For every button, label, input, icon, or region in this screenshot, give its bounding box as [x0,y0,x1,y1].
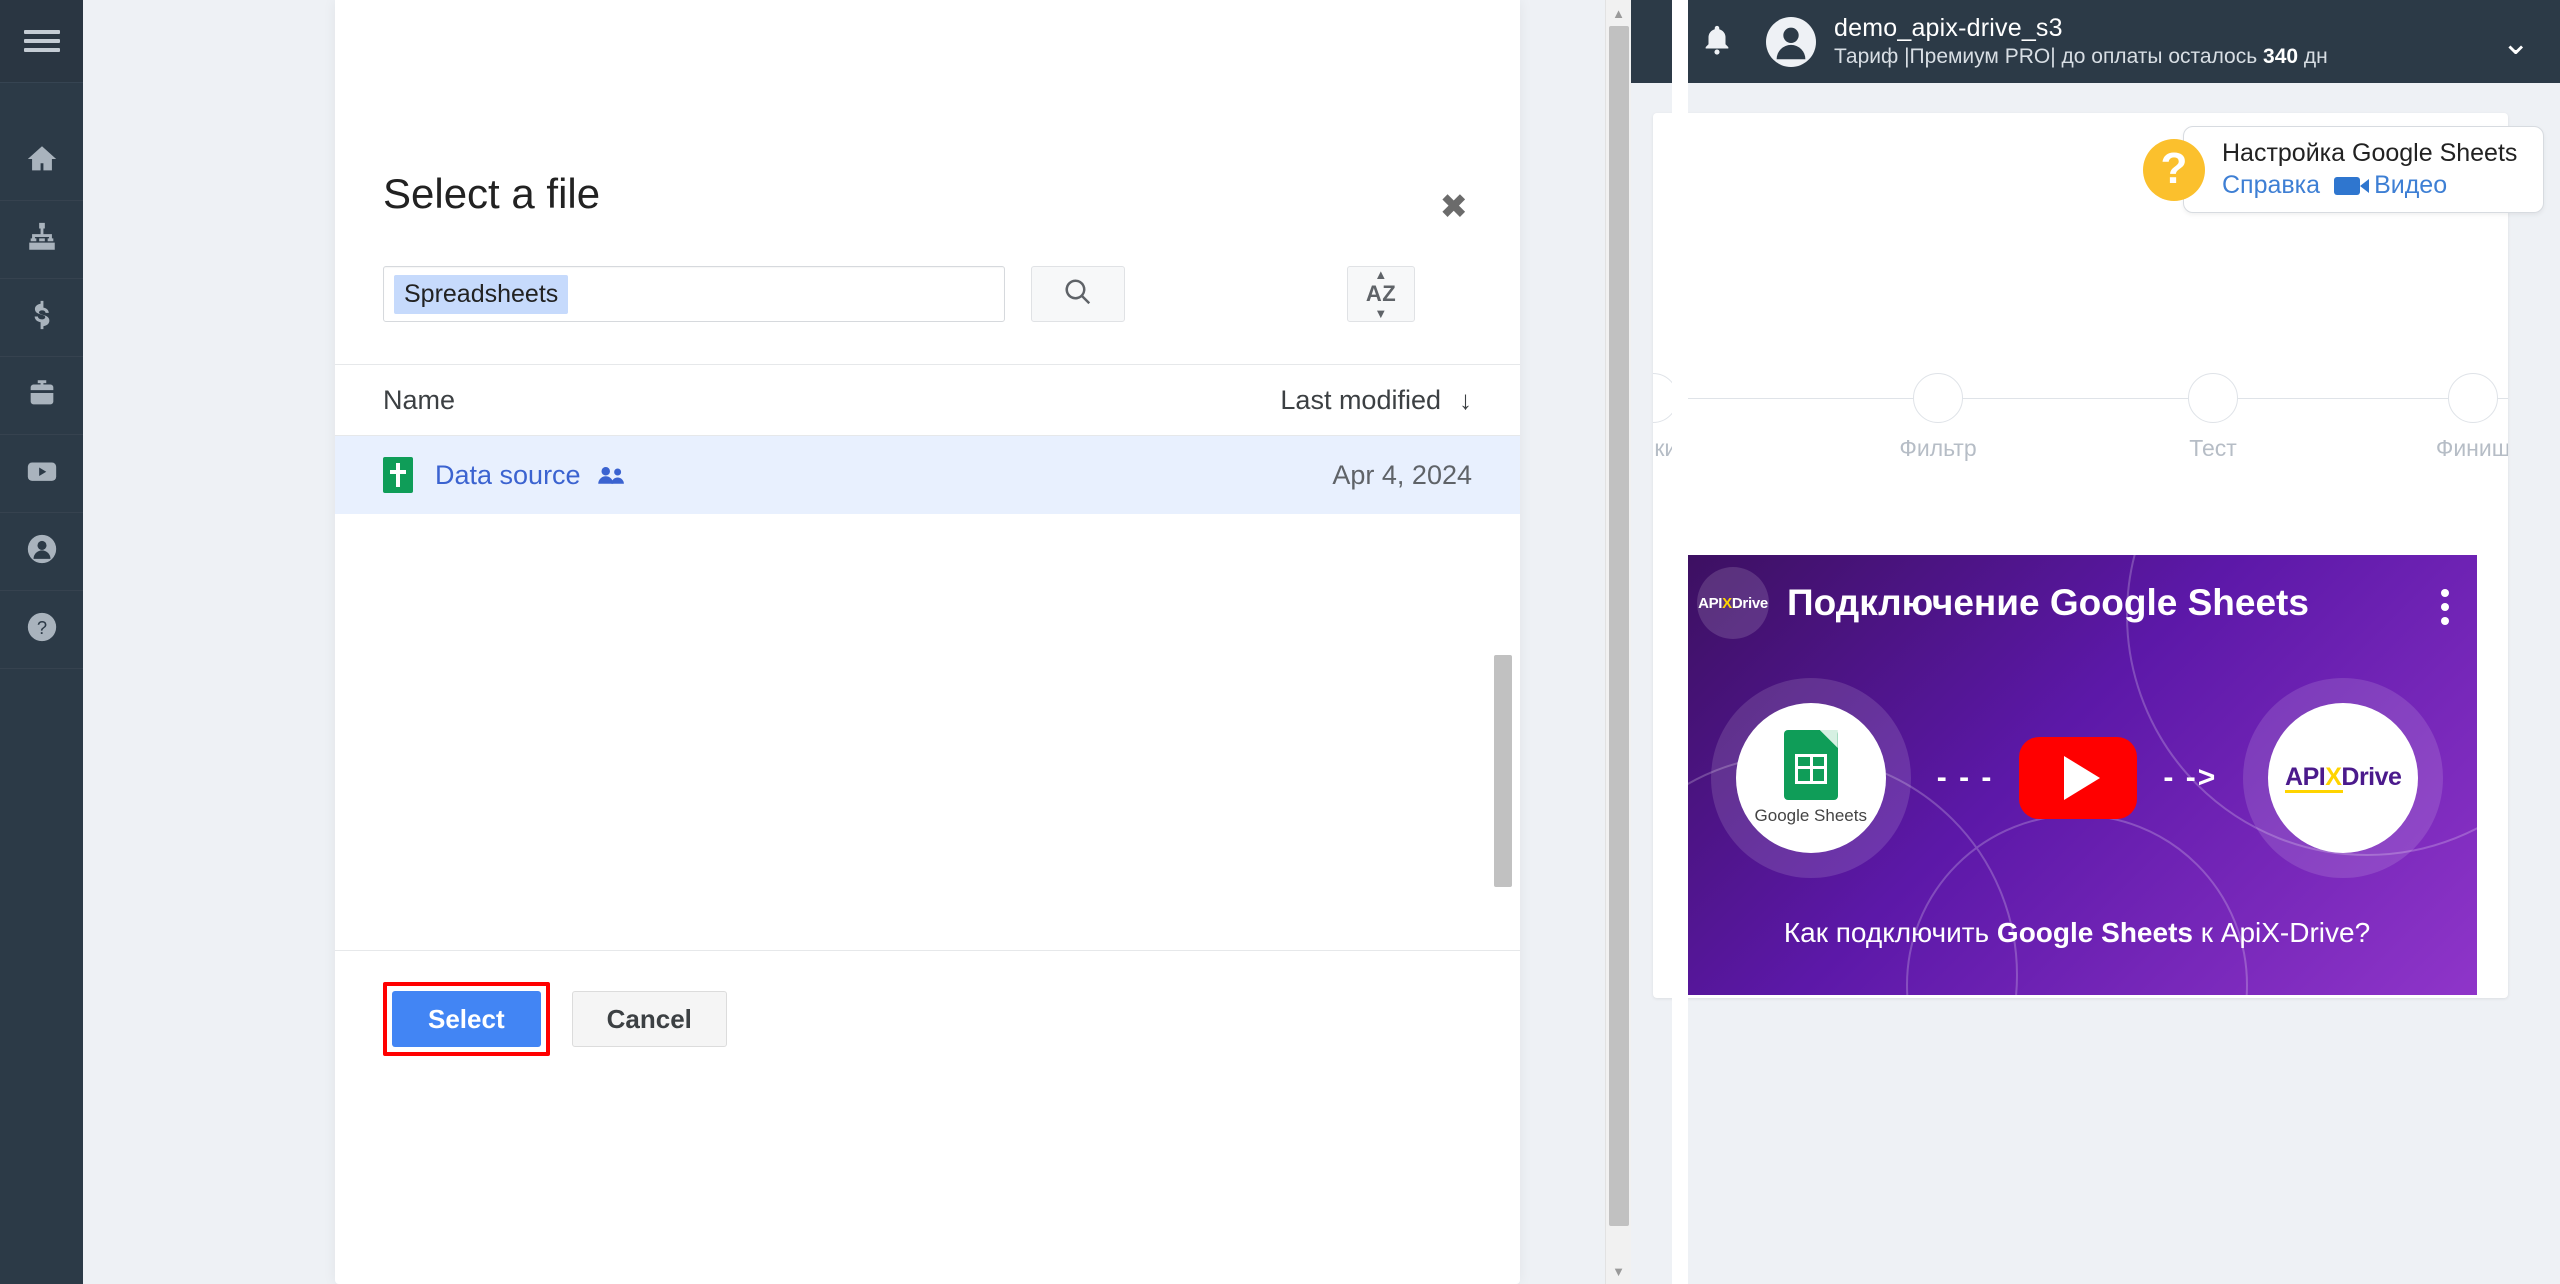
content-panel: ойки Фильтр Тест Финиш [1653,113,2508,998]
plan-days: 340 [2263,45,2299,68]
svg-text:?: ? [36,617,46,638]
sidebar-item-video[interactable] [0,435,83,513]
dialog-right-gutter [1672,0,1688,1284]
dollar-icon [25,298,59,337]
column-header-name[interactable]: Name [383,385,455,416]
column-header-last-modified[interactable]: Last modified ↓ [1280,385,1472,416]
apixdrive-badge: APIXDrive [2243,678,2444,878]
video-caption: Как подключить Google Sheets к ApiX-Driv… [1783,917,2371,948]
google-sheets-file-icon [383,457,413,493]
hamburger-menu-button[interactable] [0,0,83,83]
search-icon [1063,277,1093,312]
apixdrive-logo-icon: APIXDrive [1697,567,1769,639]
help-tooltip: ? Настройка Google Sheets Справка Видео [2143,126,2545,213]
page-title: Select a file [383,170,601,217]
chevron-down-icon[interactable]: ⌄ [2502,26,2531,60]
file-name[interactable]: Data source [435,460,581,491]
youtube-play-icon[interactable] [2019,737,2138,819]
video-camera-icon [2334,176,2370,195]
top-header-bar: demo_apix-drive_s3 Тариф |Премиум PRO| д… [1653,0,2560,83]
scroll-down-arrow-icon[interactable]: ▼ [1606,1258,1631,1284]
stepper-line [1653,398,2508,399]
sort-descending-arrow-icon: ↓ [1459,384,1472,415]
youtube-icon [25,454,59,493]
hamburger-menu-icon [23,25,60,57]
avatar[interactable] [1766,16,1816,67]
file-last-modified: Apr 4, 2024 [1332,459,1472,490]
dashed-arrow-left: - - - [1936,761,1994,794]
file-picker-dialog: Select a file ✖ Spreadsheets ▲ AZ ▼ Name… [335,0,1520,1284]
sidebar-item-services[interactable] [0,357,83,435]
stepper-label: Тест [2189,435,2237,461]
video-header: APIXDrive Подключение Google Sheets [1677,555,2477,651]
sort-button[interactable]: ▲ AZ ▼ [1347,266,1415,322]
select-button[interactable]: Select [392,991,541,1047]
briefcase-icon [25,376,59,415]
stepper-dot [2188,373,2238,423]
search-chip-spreadsheets[interactable]: Spreadsheets [394,274,569,314]
left-sidebar: ? [0,0,83,1284]
shared-people-icon [597,464,627,486]
table-row[interactable]: Data source Apr 4, 2024 [335,436,1520,514]
sitemap-icon [25,220,59,259]
scroll-up-arrow-icon[interactable]: ▲ [1606,0,1631,26]
stepper-step-test[interactable]: Тест [2153,373,2273,462]
stepper-dot [1913,373,1963,423]
google-sheets-label: Google Sheets [1754,806,1867,825]
select-button-highlight: Select [383,982,550,1056]
user-icon [25,532,59,571]
question-mark-icon[interactable]: ? [2143,138,2205,201]
notification-bell-icon[interactable] [1700,22,1734,62]
file-table-header: Name Last modified ↓ [335,364,1520,436]
help-link[interactable]: Справка [2222,171,2320,200]
file-list-scrollbar[interactable] [1494,655,1512,887]
setup-stepper: ойки Фильтр Тест Финиш [1653,373,2508,483]
stepper-step-filter[interactable]: Фильтр [1878,373,1998,462]
sidebar-item-home[interactable] [0,123,83,201]
dialog-divider [335,950,1520,951]
video-title: Подключение Google Sheets [1787,582,2309,623]
page-scrollbar[interactable]: ▲ ▼ [1605,0,1631,1284]
dialog-footer: Select Cancel [383,982,727,1056]
cancel-button[interactable]: Cancel [571,991,727,1047]
sidebar-item-billing[interactable] [0,279,83,357]
sidebar-item-connections[interactable] [0,201,83,279]
dashed-arrow-right: - -> [2163,761,2218,794]
sort-alpha-icon: ▲ AZ ▼ [1365,267,1397,321]
google-sheets-icon [1783,730,1838,800]
sidebar-item-help[interactable]: ? [0,591,83,669]
sidebar-item-account[interactable] [0,513,83,591]
video-thumbnail-content: Google Sheets - - - - -> APIXDrive [1677,673,2477,883]
stepper-label: Финиш [2435,435,2508,461]
account-info: demo_apix-drive_s3 Тариф |Премиум PRO| д… [1834,13,2328,71]
video-link[interactable]: Видео [2374,171,2447,200]
stepper-step-finish[interactable]: Финиш [2413,373,2508,462]
more-vertical-icon[interactable] [2441,583,2449,631]
question-icon: ? [25,610,59,649]
search-input[interactable]: Spreadsheets [383,266,1005,322]
dialog-header: Select a file [335,0,1520,218]
google-sheets-badge: Google Sheets [1710,678,1911,878]
stepper-label: Фильтр [1899,435,1977,461]
page-scrollbar-thumb[interactable] [1609,26,1629,1226]
home-icon [25,142,59,181]
search-toolbar: Spreadsheets ▲ AZ ▼ [335,218,1520,322]
apixdrive-logo-icon: APIXDrive [2285,763,2402,793]
video-card[interactable]: APIXDrive Подключение Google Sheets Goog… [1677,555,2477,995]
stepper-dot [2448,373,2498,423]
account-plan: Тариф |Премиум PRO| до оплаты осталось 3… [1834,45,2328,68]
account-name: demo_apix-drive_s3 [1834,13,2063,42]
search-button[interactable] [1031,266,1125,322]
help-tooltip-box: Настройка Google Sheets Справка Видео [2183,126,2545,213]
help-title: Настройка Google Sheets [2222,139,2518,167]
modal-overlay: Select a file ✖ Spreadsheets ▲ AZ ▼ Name… [83,0,1688,1284]
help-links: Справка Видео [2222,171,2517,200]
close-icon[interactable]: ✖ [1440,190,1469,224]
